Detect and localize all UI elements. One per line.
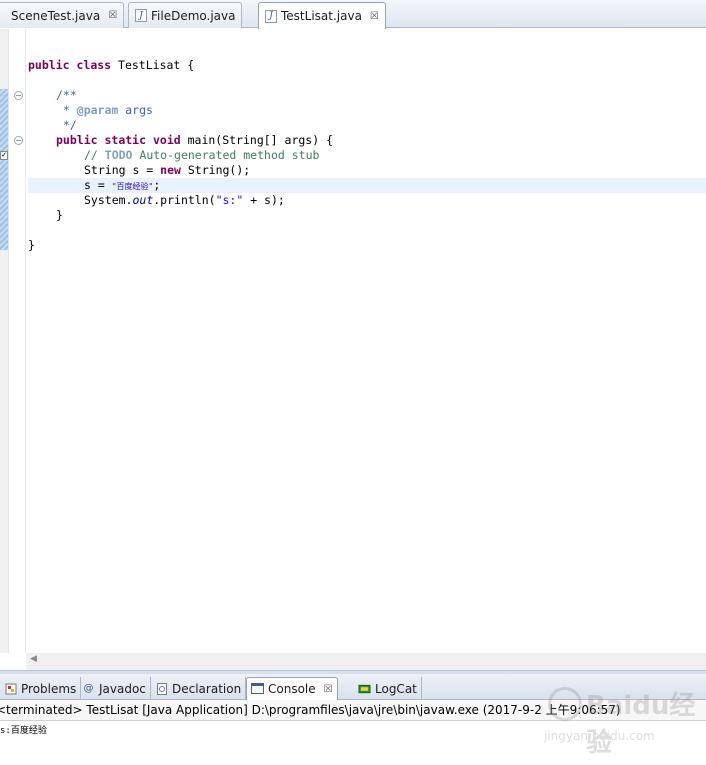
tab-filedemo[interactable]: J FileDemo.java	[128, 2, 243, 28]
code-line: System.out.println("s:" + s);	[84, 193, 285, 207]
code-line: String s = new String();	[84, 163, 251, 177]
close-icon[interactable]: ☒	[370, 11, 379, 22]
code-line: /**	[56, 88, 77, 102]
fold-collapse-icon[interactable]: −	[14, 91, 23, 100]
code-line: */	[56, 118, 77, 132]
editor-tab-label: TestLisat.java	[281, 9, 362, 23]
code-line: // TODO Auto-generated method stub	[84, 148, 320, 162]
panel-tab-label: Javadoc	[99, 681, 146, 696]
code-line: public static void main(String[] args) {	[56, 133, 333, 147]
editor-tab-bar: SceneTest.java ☒ J FileDemo.java J TestL…	[0, 0, 706, 29]
fold-collapse-icon[interactable]: −	[14, 136, 23, 145]
code-line: public class TestLisat {	[28, 58, 195, 72]
code-line: * @param args	[56, 103, 153, 117]
editor-tab-label: SceneTest.java	[11, 8, 101, 23]
code-line: }	[28, 238, 35, 252]
panel-tab-label: Problems	[21, 681, 77, 696]
tab-console[interactable]: Console ☒	[246, 677, 338, 700]
console-icon	[251, 683, 264, 695]
panel-tab-label: Console	[268, 682, 316, 696]
folding-ruler	[9, 29, 26, 653]
panel-tab-label: LogCat	[375, 681, 417, 696]
declaration-icon	[155, 682, 168, 695]
console-output[interactable]: s:百度经验	[0, 723, 706, 739]
at-sign-icon: @	[83, 683, 94, 694]
scroll-left-icon[interactable]: ◀	[30, 654, 37, 664]
task-marker-icon[interactable]: ✓	[0, 151, 8, 160]
java-file-icon: J	[135, 9, 147, 22]
horizontal-scrollbar[interactable]: ◀	[26, 653, 706, 670]
tab-javadoc[interactable]: @ Javadoc	[78, 677, 151, 700]
tab-scenetest[interactable]: SceneTest.java ☒	[0, 2, 125, 28]
change-marker	[0, 89, 8, 250]
tab-logcat[interactable]: LogCat	[354, 677, 422, 700]
tab-declaration[interactable]: Declaration	[151, 677, 247, 700]
panel-tab-label: Declaration	[172, 681, 242, 696]
logcat-icon	[358, 683, 371, 695]
code-line: s = "百度经验";	[84, 178, 161, 192]
editor-tab-label: FileDemo.java	[151, 8, 236, 23]
tab-problems[interactable]: Problems	[0, 677, 82, 700]
java-file-icon: J	[265, 9, 277, 23]
problems-icon	[4, 683, 17, 695]
overview-gutter: ✓	[0, 29, 9, 653]
console-status-text: <terminated> TestLisat [Java Application…	[0, 703, 621, 717]
tab-testlisat[interactable]: J TestLisat.java ☒	[258, 2, 386, 29]
panel-tab-bar: Problems @ Javadoc Declaration Console ☒…	[0, 674, 706, 700]
close-icon[interactable]: ☒	[324, 684, 333, 695]
console-status-line: <terminated> TestLisat [Java Application…	[0, 700, 706, 721]
close-icon[interactable]: ☒	[108, 10, 117, 21]
code-editor[interactable]: ✓ − − public class TestLisat { /** * @pa…	[0, 29, 706, 670]
code-line: }	[56, 208, 63, 222]
